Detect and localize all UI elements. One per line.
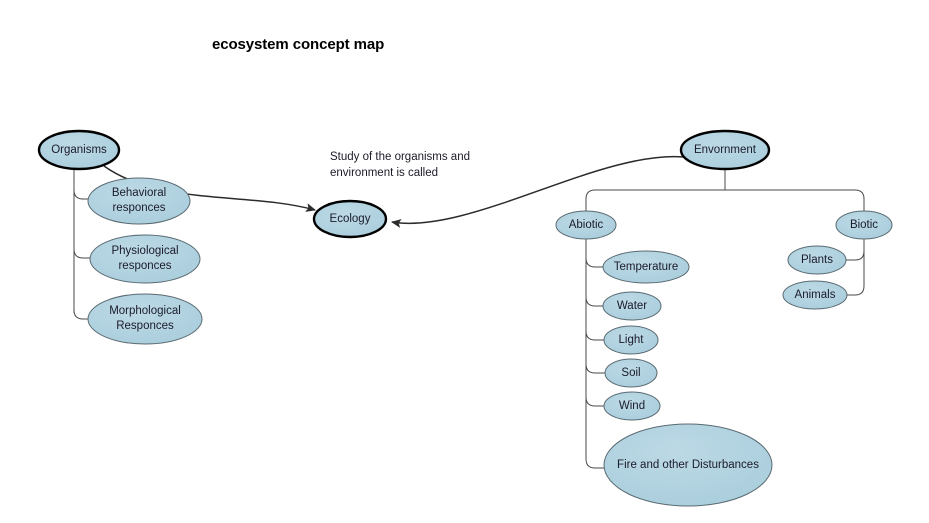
node-behavioral[interactable] bbox=[87, 177, 191, 225]
edge-bus-to-abiotic bbox=[585, 189, 725, 212]
node-abiotic[interactable] bbox=[555, 210, 617, 240]
edge-abiotic-to-temperature bbox=[585, 257, 604, 268]
node-plants[interactable] bbox=[787, 245, 847, 275]
edge-organisms-to-physiological bbox=[73, 248, 91, 259]
edge-abiotic-to-light bbox=[585, 330, 605, 341]
node-organisms[interactable] bbox=[37, 129, 121, 171]
edge-bus-to-biotic bbox=[725, 189, 865, 212]
edge-abiotic-to-wind bbox=[585, 396, 605, 407]
node-animals[interactable] bbox=[782, 280, 848, 310]
nodes-layer bbox=[37, 129, 893, 507]
node-wind[interactable] bbox=[603, 391, 661, 421]
node-environment[interactable] bbox=[679, 129, 771, 171]
node-light[interactable] bbox=[603, 325, 659, 355]
node-water[interactable] bbox=[602, 291, 662, 321]
node-ecology[interactable] bbox=[312, 199, 388, 239]
page-title: ecosystem concept map bbox=[212, 36, 385, 53]
concept-map-canvas: ecosystem concept map Study of the organ… bbox=[0, 0, 929, 523]
node-biotic[interactable] bbox=[835, 210, 893, 240]
node-physiological[interactable] bbox=[89, 234, 201, 284]
diagram-vector-layer bbox=[37, 129, 893, 507]
edge-organisms-to-behavioral bbox=[73, 189, 89, 200]
edge-label-study-of-organisms: Study of the organisms and environment i… bbox=[330, 151, 470, 179]
node-soil[interactable] bbox=[604, 358, 658, 388]
edge-biotic-to-plants bbox=[845, 250, 865, 261]
edges-organisms-tree bbox=[73, 169, 91, 320]
node-fire[interactable] bbox=[603, 423, 773, 507]
edge-biotic-to-animals bbox=[846, 285, 865, 296]
edges-environment-bus bbox=[585, 169, 865, 212]
node-morphological[interactable] bbox=[87, 293, 203, 345]
edge-organisms-to-morphological bbox=[73, 309, 89, 320]
node-temperature[interactable] bbox=[602, 250, 690, 284]
edge-abiotic-to-water bbox=[585, 296, 604, 307]
edge-abiotic-to-soil bbox=[585, 363, 606, 374]
